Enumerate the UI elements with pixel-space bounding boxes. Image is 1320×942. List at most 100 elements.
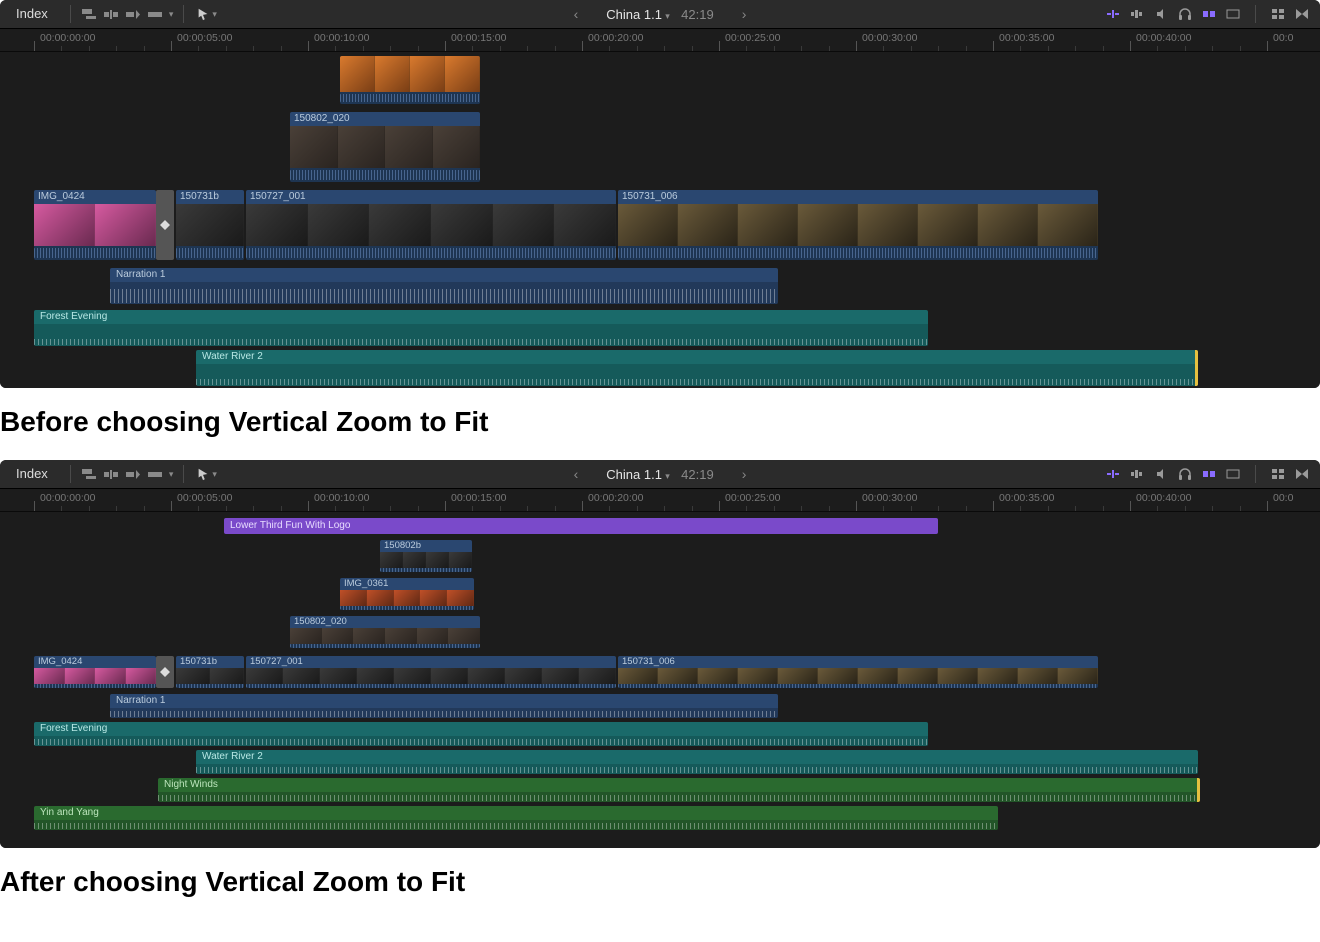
clip-label: 150731_006 bbox=[618, 656, 1098, 668]
clip-appearance-icon[interactable] bbox=[1225, 7, 1241, 21]
overwrite-clip-icon[interactable] bbox=[147, 6, 163, 22]
connected-clip[interactable]: 150802_020 bbox=[290, 112, 480, 182]
connected-clip[interactable] bbox=[340, 56, 480, 104]
audio-skimming-icon[interactable] bbox=[1129, 467, 1145, 481]
tool-selector[interactable]: ▾ bbox=[190, 7, 223, 21]
clip-label: Water River 2 bbox=[196, 350, 1198, 364]
clip-label: Forest Evening bbox=[34, 310, 928, 324]
timeline-ruler[interactable]: 00:00:00:0000:00:05:0000:00:10:0000:00:1… bbox=[0, 29, 1320, 52]
insert-clip-icon[interactable] bbox=[103, 466, 119, 482]
clip-label: 150802b bbox=[380, 540, 472, 552]
clip-label: Water River 2 bbox=[196, 750, 1198, 764]
primary-clip[interactable]: 150731b bbox=[176, 190, 244, 260]
effects-browser-icon[interactable] bbox=[1270, 467, 1286, 481]
project-name[interactable]: China 1.1 bbox=[606, 467, 662, 482]
audio-clip[interactable]: Narration 1 bbox=[110, 694, 778, 718]
clip-label: 150727_001 bbox=[246, 190, 616, 204]
audio-clip[interactable]: Forest Evening bbox=[34, 722, 928, 746]
separator bbox=[183, 465, 184, 483]
timeline-panel-before: Index ▾ ▾ ‹ China 1.1 ▾ 42:19 › bbox=[0, 0, 1320, 388]
transition-handle[interactable] bbox=[156, 656, 174, 688]
title-clip[interactable]: Lower Third Fun With Logo bbox=[224, 518, 938, 534]
timeline-ruler[interactable]: 00:00:00:0000:00:05:0000:00:10:0000:00:1… bbox=[0, 489, 1320, 512]
clip-label: Narration 1 bbox=[110, 694, 778, 708]
clip-label: 150802_020 bbox=[290, 616, 480, 628]
skimming-icon[interactable] bbox=[1105, 467, 1121, 481]
audio-clip[interactable]: Water River 2 bbox=[196, 750, 1198, 774]
separator bbox=[1255, 5, 1256, 23]
primary-clip[interactable]: 150731b bbox=[176, 656, 244, 688]
chevron-down-icon[interactable]: ▾ bbox=[169, 9, 174, 20]
tool-selector[interactable]: ▾ bbox=[190, 467, 223, 481]
clip-label: IMG_0424 bbox=[34, 190, 156, 204]
chevron-down-icon[interactable]: ▾ bbox=[665, 471, 670, 481]
caption-after: After choosing Vertical Zoom to Fit bbox=[0, 866, 1320, 898]
timeline-tracks[interactable]: 150802_020 IMG_0424 150731b bbox=[0, 52, 1320, 388]
solo-icon[interactable] bbox=[1153, 467, 1169, 481]
primary-clip[interactable]: IMG_0424 bbox=[34, 656, 156, 688]
insert-clip-icon[interactable] bbox=[103, 6, 119, 22]
clip-label: 150727_001 bbox=[246, 656, 616, 668]
transitions-browser-icon[interactable] bbox=[1294, 7, 1310, 21]
clip-label: Night Winds bbox=[158, 778, 1200, 792]
primary-clip[interactable]: 150727_001 bbox=[246, 656, 616, 688]
clip-label: 150802_020 bbox=[290, 112, 480, 126]
connected-clip[interactable]: IMG_0361 bbox=[340, 578, 474, 610]
audio-clip[interactable]: Narration 1 bbox=[110, 268, 778, 304]
audio-clip[interactable]: Night Winds bbox=[158, 778, 1200, 802]
connected-clip[interactable]: 150802_020 bbox=[290, 616, 480, 648]
headphones-icon[interactable] bbox=[1177, 7, 1193, 21]
primary-clip[interactable]: 150731_006 bbox=[618, 190, 1098, 260]
separator bbox=[1255, 465, 1256, 483]
append-clip-icon[interactable] bbox=[125, 6, 141, 22]
connect-clip-icon[interactable] bbox=[81, 466, 97, 482]
clip-label: 150731b bbox=[176, 656, 244, 668]
audio-clip[interactable]: Water River 2 bbox=[196, 350, 1198, 386]
clip-appearance-icon[interactable] bbox=[1225, 467, 1241, 481]
overwrite-clip-icon[interactable] bbox=[147, 466, 163, 482]
solo-icon[interactable] bbox=[1153, 7, 1169, 21]
audio-clip[interactable]: Forest Evening bbox=[34, 310, 928, 346]
clip-label: 150731b bbox=[176, 190, 244, 204]
clip-label: Forest Evening bbox=[34, 722, 928, 736]
headphones-icon[interactable] bbox=[1177, 467, 1193, 481]
primary-clip[interactable]: 150731_006 bbox=[618, 656, 1098, 688]
clip-label: IMG_0361 bbox=[340, 578, 474, 590]
timecode-display: 42:19 bbox=[681, 7, 714, 22]
prev-edit-button[interactable]: ‹ bbox=[564, 466, 589, 482]
next-edit-button[interactable]: › bbox=[732, 6, 757, 22]
audio-skimming-icon[interactable] bbox=[1129, 7, 1145, 21]
timeline-tracks[interactable]: Lower Third Fun With Logo 150802b IMG_03… bbox=[0, 512, 1320, 848]
prev-edit-button[interactable]: ‹ bbox=[564, 6, 589, 22]
connected-clip[interactable]: 150802b bbox=[380, 540, 472, 572]
chevron-down-icon[interactable]: ▾ bbox=[169, 469, 174, 480]
separator bbox=[70, 465, 71, 483]
next-edit-button[interactable]: › bbox=[732, 466, 757, 482]
chevron-down-icon: ▾ bbox=[212, 9, 217, 20]
clip-label: Yin and Yang bbox=[34, 806, 998, 820]
clip-label: 150731_006 bbox=[618, 190, 1098, 204]
effects-browser-icon[interactable] bbox=[1270, 7, 1286, 21]
transitions-browser-icon[interactable] bbox=[1294, 467, 1310, 481]
timeline-toolbar: Index ▾ ▾ ‹ China 1.1 ▾ 42:19 › bbox=[0, 0, 1320, 29]
transition-handle[interactable] bbox=[156, 190, 174, 260]
index-button[interactable]: Index bbox=[0, 0, 64, 28]
primary-clip[interactable]: IMG_0424 bbox=[34, 190, 156, 260]
timecode-display: 42:19 bbox=[681, 467, 714, 482]
skimming-icon[interactable] bbox=[1105, 7, 1121, 21]
connect-clip-icon[interactable] bbox=[81, 6, 97, 22]
timeline-panel-after: Index ▾ ▾ ‹ China 1.1 ▾ 42:19 › bbox=[0, 460, 1320, 848]
separator bbox=[70, 5, 71, 23]
audio-clip[interactable]: Yin and Yang bbox=[34, 806, 998, 830]
chevron-down-icon: ▾ bbox=[212, 469, 217, 480]
timeline-toolbar: Index ▾ ▾ ‹ China 1.1 ▾ 42:19 › bbox=[0, 460, 1320, 489]
clip-label: IMG_0424 bbox=[34, 656, 156, 668]
snapping-icon[interactable] bbox=[1201, 467, 1217, 481]
project-name[interactable]: China 1.1 bbox=[606, 7, 662, 22]
chevron-down-icon[interactable]: ▾ bbox=[665, 11, 670, 21]
caption-before: Before choosing Vertical Zoom to Fit bbox=[0, 406, 1320, 438]
primary-clip[interactable]: 150727_001 bbox=[246, 190, 616, 260]
index-button[interactable]: Index bbox=[0, 460, 64, 488]
snapping-icon[interactable] bbox=[1201, 7, 1217, 21]
append-clip-icon[interactable] bbox=[125, 466, 141, 482]
